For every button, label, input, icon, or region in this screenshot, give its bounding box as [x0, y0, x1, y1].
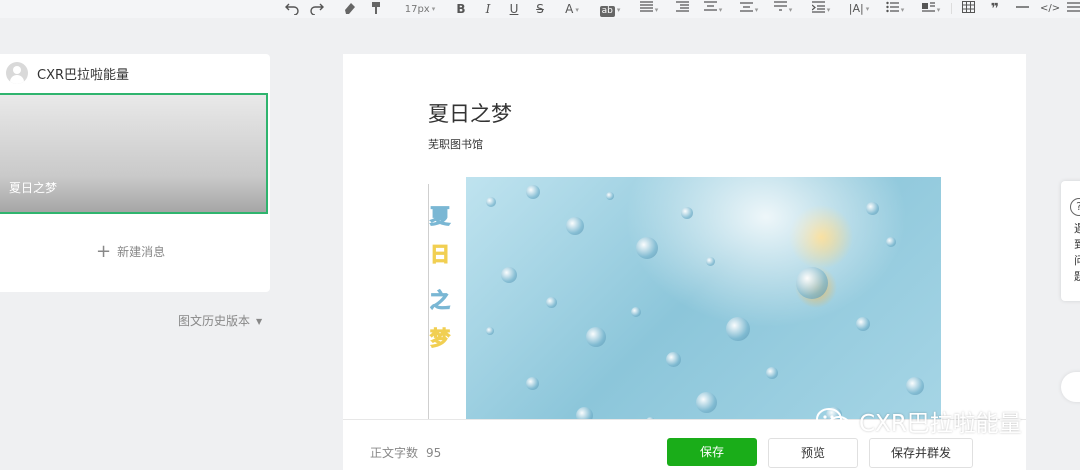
article-thumbnail-title: 夏日之梦 — [9, 181, 58, 195]
caret-down-icon: ▼ — [256, 317, 263, 326]
help-char: 遇 — [1074, 222, 1080, 235]
back-to-top-button[interactable] — [1061, 372, 1080, 402]
list-indent-icon[interactable]: ▾ — [810, 1, 832, 17]
editor-toolbar: 17px ▾ B I U S A ▾ ab ▾ ▾ ▾ ▾ ▾ ▾ |A| ▾ ▾ ▾ … — [0, 0, 1080, 18]
history-version-dropdown[interactable]: 图文历史版本 ▼ — [178, 312, 262, 329]
text-direction-icon[interactable]: |A| ▾ — [847, 1, 871, 17]
article-author[interactable]: 芜职图书馆 — [428, 136, 483, 152]
new-message-label: 新建消息 — [117, 245, 166, 259]
article-title[interactable]: 夏日之梦 — [428, 98, 512, 128]
font-size-value: 17px — [404, 4, 430, 15]
history-version-label: 图文历史版本 — [178, 314, 251, 328]
help-char: 到 — [1074, 238, 1080, 251]
indent-icon[interactable] — [675, 1, 689, 17]
save-and-mass-send-button[interactable]: 保存并群发 — [869, 438, 973, 468]
vertical-title-char: 日 — [430, 242, 451, 267]
bold-button[interactable]: B — [454, 1, 468, 17]
article-list-panel: CXR巴拉啦能量 夏日之梦 + 新建消息 — [0, 54, 270, 292]
font-color-label: A — [565, 2, 574, 16]
question-icon: ? — [1070, 198, 1080, 216]
vertical-title-char: 夏 — [430, 204, 451, 229]
wechat-logo-icon — [816, 408, 850, 434]
divider-line-icon[interactable] — [1015, 1, 1029, 17]
chevron-down-icon: ▾ — [431, 5, 436, 13]
help-char: 问 — [1074, 254, 1080, 267]
format-painter-icon[interactable] — [368, 1, 384, 17]
quote-icon[interactable]: ❞ — [988, 1, 1002, 17]
save-button[interactable]: 保存 — [667, 438, 757, 466]
align-icon[interactable]: ▾ — [638, 1, 660, 17]
line-height-icon[interactable]: ▾ — [738, 1, 760, 17]
image-float-icon[interactable]: ▾ — [920, 1, 942, 17]
account-name: CXR巴拉啦能量 — [37, 67, 130, 83]
font-size-select[interactable]: 17px ▾ — [402, 1, 438, 17]
chevron-down-icon: ▾ — [616, 5, 621, 14]
preview-button[interactable]: 预览 — [768, 438, 858, 468]
word-count: 正文字数 95 — [370, 444, 441, 461]
background-color-button[interactable]: ab ▾ — [596, 1, 624, 17]
undo-icon[interactable] — [284, 1, 300, 17]
redo-icon[interactable] — [309, 1, 325, 17]
strikethrough-button[interactable]: S — [533, 1, 547, 17]
help-panel[interactable]: ? 遇 到 问 题 — [1061, 181, 1080, 301]
more-icon[interactable] — [1066, 1, 1080, 17]
chevron-down-icon: ▾ — [575, 5, 579, 14]
table-icon[interactable] — [960, 1, 976, 17]
underline-button[interactable]: U — [507, 1, 521, 17]
word-count-label: 正文字数 — [370, 446, 419, 460]
italic-button[interactable]: I — [481, 1, 495, 17]
avatar — [6, 62, 28, 84]
background-color-label: ab — [599, 6, 615, 17]
plus-icon: + — [96, 240, 112, 262]
help-text: 遇 到 问 题 — [1074, 221, 1080, 285]
eraser-icon[interactable] — [342, 1, 358, 17]
new-message-button[interactable]: + 新建消息 — [96, 240, 166, 262]
article-thumbnail-selected[interactable]: 夏日之梦 — [0, 93, 268, 214]
vertical-title-char: 梦 — [430, 326, 451, 351]
code-icon[interactable]: </> — [1040, 1, 1060, 17]
vertical-title-char: 之 — [430, 288, 451, 313]
watermark: CXR巴拉啦能量 — [815, 404, 1022, 438]
letter-spacing-icon[interactable]: ▾ — [772, 1, 794, 17]
toolbar-divider — [951, 3, 952, 14]
account-info: CXR巴拉啦能量 — [6, 62, 129, 84]
help-char: 题 — [1074, 270, 1080, 283]
watermark-text: CXR巴拉啦能量 — [859, 411, 1022, 437]
bulleted-list-icon[interactable]: ▾ — [884, 1, 906, 17]
word-count-value: 95 — [426, 446, 442, 460]
paragraph-spacing-icon[interactable]: ▾ — [702, 1, 724, 17]
font-color-button[interactable]: A ▾ — [561, 1, 583, 17]
